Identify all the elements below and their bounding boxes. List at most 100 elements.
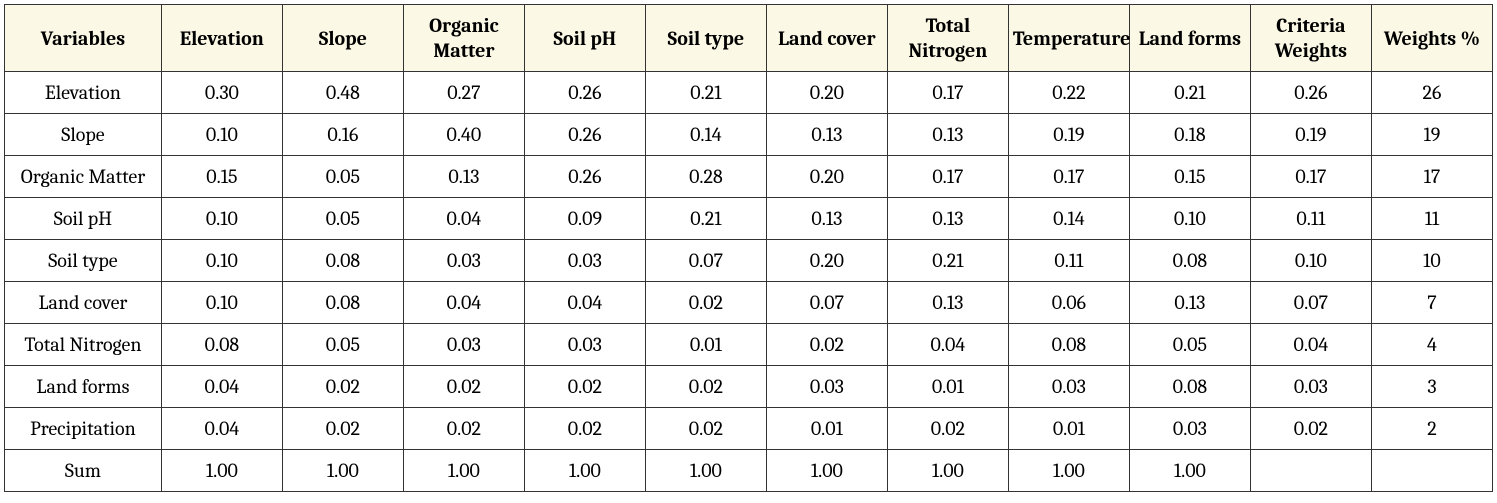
row-label: Soil type xyxy=(5,240,162,282)
table-row: Elevation0.300.480.270.260.210.200.170.2… xyxy=(5,72,1493,114)
row-label: Organic Matter xyxy=(5,156,162,198)
cell-value: 0.10 xyxy=(161,198,282,240)
cell-value: 0.08 xyxy=(1129,240,1250,282)
cell-value: 0.02 xyxy=(645,408,766,450)
header-critweight: Criteria Weights xyxy=(1250,5,1371,72)
cell-value: 0.08 xyxy=(161,324,282,366)
cell-value: 0.30 xyxy=(161,72,282,114)
cell-value: 0.02 xyxy=(645,366,766,408)
cell-value: 0.19 xyxy=(1008,114,1129,156)
cell-value: 0.09 xyxy=(524,198,645,240)
cell-value: 1.00 xyxy=(1129,450,1250,492)
cell-value: 0.21 xyxy=(887,240,1008,282)
cell-value: 0.20 xyxy=(766,72,887,114)
cell-value: 0.02 xyxy=(766,324,887,366)
cell-value: 0.13 xyxy=(403,156,524,198)
table-header-row: Variables Elevation Slope Organic Matter… xyxy=(5,5,1493,72)
cell-value: 0.21 xyxy=(645,198,766,240)
row-label: Elevation xyxy=(5,72,162,114)
cell-value: 1.00 xyxy=(282,450,403,492)
cell-value: 0.08 xyxy=(282,282,403,324)
cell-value: 0.02 xyxy=(282,408,403,450)
cell-value: 0.03 xyxy=(1008,366,1129,408)
cell-value: 0.13 xyxy=(887,198,1008,240)
cell-value: 0.14 xyxy=(1008,198,1129,240)
cell-value: 0.10 xyxy=(161,114,282,156)
table-row: Land forms0.040.020.020.020.020.030.010.… xyxy=(5,366,1493,408)
cell-value: 0.06 xyxy=(1008,282,1129,324)
header-soilph: Soil pH xyxy=(524,5,645,72)
header-variables: Variables xyxy=(5,5,162,72)
cell-value: 0.04 xyxy=(161,408,282,450)
cell-value: 0.13 xyxy=(887,282,1008,324)
cell-value: 0.17 xyxy=(887,72,1008,114)
cell-value: 0.11 xyxy=(1008,240,1129,282)
cell-value: 0.03 xyxy=(766,366,887,408)
cell-value: 0.13 xyxy=(1129,282,1250,324)
cell-value: 0.17 xyxy=(887,156,1008,198)
cell-value: 0.02 xyxy=(1250,408,1371,450)
cell-value: 0.03 xyxy=(403,240,524,282)
cell-value: 0.26 xyxy=(524,114,645,156)
cell-value: 0.08 xyxy=(1008,324,1129,366)
cell-value: 0.05 xyxy=(282,156,403,198)
cell-value: 0.03 xyxy=(1129,408,1250,450)
table-row: Sum1.001.001.001.001.001.001.001.001.00 xyxy=(5,450,1493,492)
cell-value: 0.27 xyxy=(403,72,524,114)
cell-value: 0.02 xyxy=(887,408,1008,450)
table-body: Elevation0.300.480.270.260.210.200.170.2… xyxy=(5,72,1493,492)
cell-value: 4 xyxy=(1371,324,1492,366)
cell-value: 0.08 xyxy=(282,240,403,282)
cell-value: 0.05 xyxy=(1129,324,1250,366)
row-label: Land cover xyxy=(5,282,162,324)
header-slope: Slope xyxy=(282,5,403,72)
cell-value: 0.22 xyxy=(1008,72,1129,114)
cell-value: 0.03 xyxy=(1250,366,1371,408)
cell-value: 0.10 xyxy=(161,282,282,324)
cell-value: 0.10 xyxy=(161,240,282,282)
cell-value: 0.26 xyxy=(524,156,645,198)
cell-value: 0.21 xyxy=(1129,72,1250,114)
cell-value: 1.00 xyxy=(766,450,887,492)
cell-value: 0.21 xyxy=(645,72,766,114)
cell-value: 0.02 xyxy=(403,366,524,408)
cell-value: 0.02 xyxy=(645,282,766,324)
cell-value: 0.16 xyxy=(282,114,403,156)
table-row: Land cover0.100.080.040.040.020.070.130.… xyxy=(5,282,1493,324)
table-row: Soil type0.100.080.030.030.070.200.210.1… xyxy=(5,240,1493,282)
header-nitrogen: Total Nitrogen xyxy=(887,5,1008,72)
cell-value: 0.01 xyxy=(766,408,887,450)
header-soiltype: Soil type xyxy=(645,5,766,72)
table-row: Organic Matter0.150.050.130.260.280.200.… xyxy=(5,156,1493,198)
cell-value: 17 xyxy=(1371,156,1492,198)
cell-value: 0.20 xyxy=(766,156,887,198)
row-label: Slope xyxy=(5,114,162,156)
cell-value: 1.00 xyxy=(403,450,524,492)
cell-value: 3 xyxy=(1371,366,1492,408)
cell-value: 0.02 xyxy=(524,366,645,408)
cell-value: 0.01 xyxy=(887,366,1008,408)
row-label: Sum xyxy=(5,450,162,492)
header-organic: Organic Matter xyxy=(403,5,524,72)
cell-value: 1.00 xyxy=(645,450,766,492)
cell-value: 0.02 xyxy=(282,366,403,408)
cell-value xyxy=(1371,450,1492,492)
row-label: Land forms xyxy=(5,366,162,408)
cell-value: 19 xyxy=(1371,114,1492,156)
header-landcover: Land cover xyxy=(766,5,887,72)
cell-value: 1.00 xyxy=(524,450,645,492)
header-elevation: Elevation xyxy=(161,5,282,72)
cell-value: 0.02 xyxy=(524,408,645,450)
cell-value: 0.11 xyxy=(1250,198,1371,240)
cell-value: 0.04 xyxy=(1250,324,1371,366)
cell-value: 0.19 xyxy=(1250,114,1371,156)
cell-value: 0.26 xyxy=(1250,72,1371,114)
cell-value: 0.04 xyxy=(524,282,645,324)
cell-value: 0.03 xyxy=(403,324,524,366)
cell-value: 0.18 xyxy=(1129,114,1250,156)
cell-value: 0.01 xyxy=(1008,408,1129,450)
row-label: Precipitation xyxy=(5,408,162,450)
table-row: Soil pH0.100.050.040.090.210.130.130.140… xyxy=(5,198,1493,240)
cell-value: 0.13 xyxy=(887,114,1008,156)
row-label: Total Nitrogen xyxy=(5,324,162,366)
